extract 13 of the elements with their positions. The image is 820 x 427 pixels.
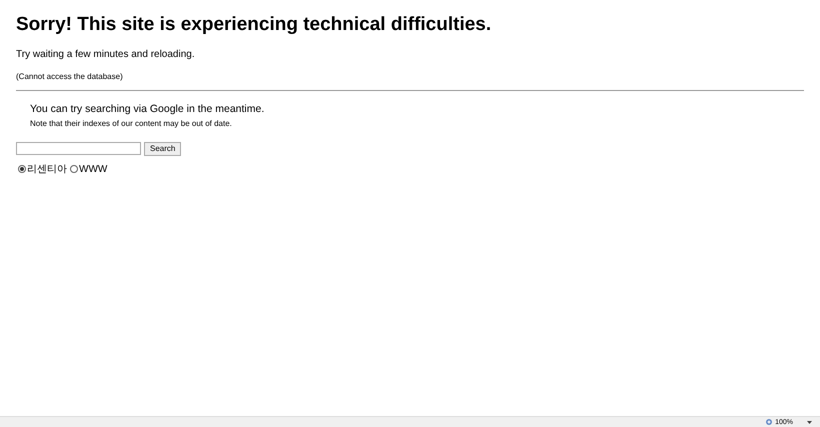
caret-icon[interactable] bbox=[807, 420, 812, 424]
radio-button[interactable] bbox=[70, 165, 78, 174]
radio-label: WWW bbox=[79, 162, 108, 177]
page-heading: Sorry! This site is experiencing technical difficulties. bbox=[16, 13, 492, 37]
note-text: Note that their indexes of our content may be out of date. bbox=[30, 118, 232, 130]
error-text: (Cannot access the database) bbox=[16, 71, 123, 83]
radio-button[interactable] bbox=[18, 165, 26, 174]
radio-label: 리센티아 bbox=[27, 162, 67, 177]
search-field[interactable] bbox=[16, 142, 141, 156]
message-text: Try waiting a few minutes and reloading. bbox=[16, 48, 195, 62]
search-hint: You can try searching via Google in the meantime. bbox=[30, 102, 264, 117]
search-button[interactable]: Search bbox=[144, 142, 182, 156]
zoom-icon[interactable] bbox=[765, 418, 774, 426]
